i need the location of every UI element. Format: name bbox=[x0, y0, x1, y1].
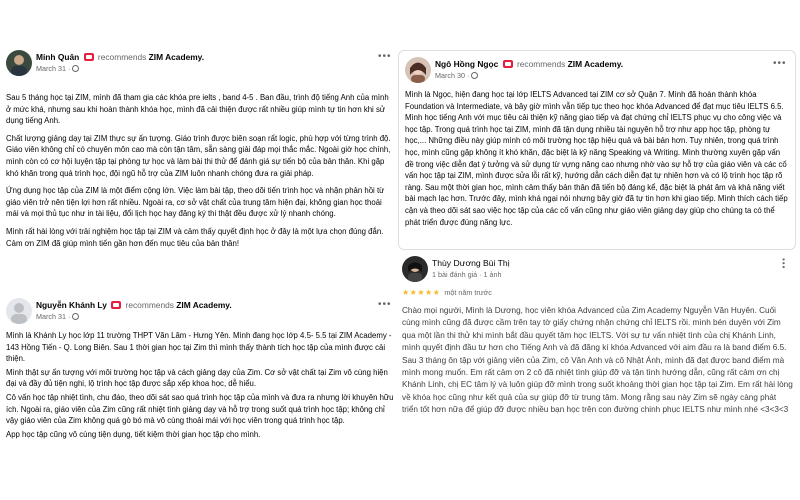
globe-icon bbox=[72, 65, 80, 72]
review-paragraph: Mình là Ngọc, hiện đang học tại lớp IELT… bbox=[405, 90, 788, 227]
reviewer-name[interactable]: Thùy Dương Bùi Thị bbox=[432, 258, 510, 268]
avatar[interactable] bbox=[6, 298, 32, 324]
review-header: Minh Quân recommends ZIM Academy. March … bbox=[6, 50, 394, 80]
more-vertical-icon[interactable]: ••• bbox=[778, 258, 788, 269]
post-date[interactable]: March 30 · bbox=[435, 71, 469, 80]
avatar[interactable] bbox=[6, 50, 32, 76]
review-paragraph: Chất lượng giảng dạy tại ZIM thực sự ấn … bbox=[6, 133, 391, 178]
review-paragraph: Cô vấn học tập nhiệt tình, chu đáo, theo… bbox=[6, 392, 394, 426]
review-header: Ngô Hồng Ngọc recommends ZIM Academy. Ma… bbox=[405, 57, 789, 87]
more-options-icon[interactable]: ••• bbox=[773, 59, 787, 69]
review-header: Thùy Dương Bùi Thị 1 bài đánh giá · 1 ản… bbox=[402, 256, 794, 286]
recommends-text: recommends bbox=[125, 300, 174, 310]
post-date[interactable]: March 31 · bbox=[36, 64, 70, 73]
recommend-icon bbox=[502, 60, 513, 68]
review-paragraph: Mình thật sự ấn tượng với môi trường học… bbox=[6, 367, 388, 389]
review-paragraph: App học tập cũng vô cùng tiện dụng, tiết… bbox=[6, 429, 261, 439]
recommend-icon bbox=[83, 53, 94, 61]
reviewer-name[interactable]: Nguyễn Khánh Ly bbox=[36, 300, 107, 310]
reviewer-stats: 1 bài đánh giá · 1 ảnh bbox=[432, 270, 502, 279]
recommend-icon bbox=[111, 301, 122, 309]
recommends-text: recommends bbox=[516, 59, 566, 69]
review-paragraph: Mình là Khánh Ly học lớp 11 trường THPT … bbox=[6, 331, 392, 364]
review-paragraph: Mình rất hài lòng với trải nghiệm học tậ… bbox=[6, 226, 384, 248]
review-paragraph: Sau 5 tháng học tại ZIM, mình đã tham gi… bbox=[6, 93, 389, 126]
review-card-hong-ngoc: Ngô Hồng Ngọc recommends ZIM Academy. Ma… bbox=[398, 50, 796, 250]
review-body: Mình là Khánh Ly học lớp 11 trường THPT … bbox=[6, 330, 394, 440]
globe-icon bbox=[471, 72, 479, 79]
review-card-khanh-ly: Nguyễn Khánh Ly recommends ZIM Academy. … bbox=[6, 298, 394, 478]
review-card-thuy-duong: Thùy Dương Bùi Thị 1 bài đánh giá · 1 ản… bbox=[402, 256, 794, 486]
review-card-minh-quan: Minh Quân recommends ZIM Academy. March … bbox=[6, 50, 394, 290]
review-header: Nguyễn Khánh Ly recommends ZIM Academy. … bbox=[6, 298, 394, 328]
more-options-icon[interactable]: ••• bbox=[378, 52, 392, 62]
avatar[interactable] bbox=[405, 57, 431, 83]
review-body: Chào mọi người, Mình là Dương, học viên … bbox=[402, 305, 794, 417]
more-options-icon[interactable]: ••• bbox=[378, 300, 392, 310]
review-paragraph: Ứng dụng học tập của ZIM là một điểm cộn… bbox=[6, 186, 385, 219]
reviewer-name[interactable]: Minh Quân bbox=[36, 52, 79, 62]
avatar[interactable] bbox=[402, 256, 428, 282]
star-rating: ★★★★★ bbox=[402, 288, 441, 297]
recommends-text: recommends bbox=[97, 52, 147, 62]
rating-row: ★★★★★ một năm trước bbox=[402, 288, 794, 297]
page-link[interactable]: ZIM Academy. bbox=[568, 59, 623, 69]
globe-icon bbox=[72, 313, 80, 320]
page-link[interactable]: ZIM Academy. bbox=[176, 300, 231, 310]
review-body: Sau 5 tháng học tại ZIM, mình đã tham gi… bbox=[6, 92, 394, 249]
post-date[interactable]: March 31 · bbox=[36, 312, 70, 321]
review-body: Mình là Ngọc, hiện đang học tại lớp IELT… bbox=[405, 89, 789, 228]
rating-time: một năm trước bbox=[444, 288, 492, 297]
review-paragraph: Chào mọi người, Mình là Dương, học viên … bbox=[402, 306, 793, 415]
page-link[interactable]: ZIM Academy. bbox=[149, 52, 204, 62]
reviewer-name[interactable]: Ngô Hồng Ngọc bbox=[435, 59, 498, 69]
